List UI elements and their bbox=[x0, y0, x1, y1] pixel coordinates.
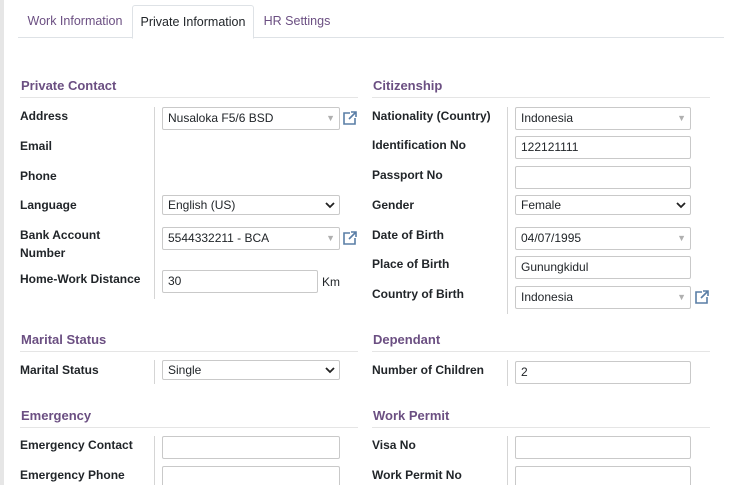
number-of-children-field[interactable]: 2 bbox=[515, 361, 691, 384]
marital-status-select[interactable]: Single bbox=[162, 360, 340, 380]
external-link-icon[interactable] bbox=[693, 288, 711, 306]
field-divider bbox=[507, 436, 508, 485]
chevron-down-icon bbox=[325, 367, 335, 374]
emergency-contact-label: Emergency Contact bbox=[20, 438, 133, 452]
emergency-phone-label: Emergency Phone bbox=[20, 468, 125, 482]
section-divider bbox=[20, 427, 358, 428]
section-title-emergency: Emergency bbox=[21, 408, 92, 423]
bank-account-label: Bank Account Number bbox=[20, 228, 101, 260]
place-of-birth-field[interactable]: Gunungkidul bbox=[515, 256, 691, 279]
gender-label: Gender bbox=[372, 198, 415, 212]
language-label: Language bbox=[20, 198, 77, 212]
tab-work-information[interactable]: Work Information bbox=[18, 5, 132, 38]
work-permit-no-label: Work Permit No bbox=[372, 468, 462, 482]
country-of-birth-field[interactable]: Indonesia ▼ bbox=[515, 286, 691, 309]
passport-no-field[interactable] bbox=[515, 166, 691, 189]
email-label: Email bbox=[20, 139, 53, 153]
section-title-marital-status: Marital Status bbox=[21, 332, 107, 347]
caret-down-icon: ▼ bbox=[677, 113, 686, 123]
external-link-icon[interactable] bbox=[341, 229, 359, 247]
nationality-label: Nationality (Country) bbox=[372, 109, 491, 123]
emergency-phone-field[interactable] bbox=[162, 466, 340, 485]
caret-down-icon: ▼ bbox=[326, 233, 335, 243]
section-divider bbox=[372, 427, 710, 428]
date-of-birth-label: Date of Birth bbox=[372, 228, 444, 242]
caret-down-icon: ▼ bbox=[677, 233, 686, 243]
country-of-birth-label: Country of Birth bbox=[372, 287, 464, 301]
language-select[interactable]: English (US) bbox=[162, 195, 340, 215]
tab-hr-settings[interactable]: HR Settings bbox=[254, 5, 340, 38]
visa-no-field[interactable] bbox=[515, 436, 691, 459]
section-title-private-contact: Private Contact bbox=[21, 78, 117, 93]
chevron-down-icon bbox=[325, 202, 335, 209]
address-field[interactable]: Nusaloka F5/6 BSD ▼ bbox=[162, 107, 340, 130]
home-work-distance-field[interactable]: 30 bbox=[162, 270, 318, 293]
caret-down-icon: ▼ bbox=[677, 292, 686, 302]
distance-unit: Km bbox=[322, 275, 340, 289]
identification-no-label: Identification No bbox=[372, 138, 466, 152]
section-title-dependant: Dependant bbox=[373, 332, 441, 347]
notebook-tabs: Work Information Private Information HR … bbox=[18, 5, 724, 39]
chevron-down-icon bbox=[676, 202, 686, 209]
emergency-contact-field[interactable] bbox=[162, 436, 340, 459]
section-divider bbox=[372, 97, 710, 98]
section-divider bbox=[372, 351, 710, 352]
number-of-children-label: Number of Children bbox=[372, 363, 485, 377]
work-permit-no-field[interactable] bbox=[515, 466, 691, 485]
section-title-work-permit: Work Permit bbox=[373, 408, 450, 423]
field-divider bbox=[154, 107, 155, 299]
bank-account-field[interactable]: 5544332211 - BCA ▼ bbox=[162, 227, 340, 250]
external-link-icon[interactable] bbox=[341, 109, 359, 127]
home-work-distance-label: Home-Work Distance bbox=[20, 272, 141, 286]
field-divider bbox=[507, 107, 508, 314]
caret-down-icon: ▼ bbox=[326, 113, 335, 123]
marital-status-label: Marital Status bbox=[20, 363, 99, 377]
place-of-birth-label: Place of Birth bbox=[372, 257, 450, 271]
gender-select[interactable]: Female bbox=[515, 195, 691, 215]
date-of-birth-field[interactable]: 04/07/1995 ▼ bbox=[515, 227, 691, 250]
phone-label: Phone bbox=[20, 169, 57, 183]
tab-private-information[interactable]: Private Information bbox=[132, 5, 254, 39]
left-scroll-edge bbox=[0, 0, 4, 485]
field-divider bbox=[154, 360, 155, 384]
nationality-field[interactable]: Indonesia ▼ bbox=[515, 107, 691, 130]
section-divider bbox=[20, 351, 358, 352]
visa-no-label: Visa No bbox=[372, 438, 416, 452]
identification-no-field[interactable]: 122121111 bbox=[515, 136, 691, 159]
passport-no-label: Passport No bbox=[372, 168, 443, 182]
field-divider bbox=[507, 360, 508, 386]
address-label: Address bbox=[20, 109, 69, 123]
section-title-citizenship: Citizenship bbox=[373, 78, 443, 93]
field-divider bbox=[154, 436, 155, 485]
section-divider bbox=[20, 97, 358, 98]
